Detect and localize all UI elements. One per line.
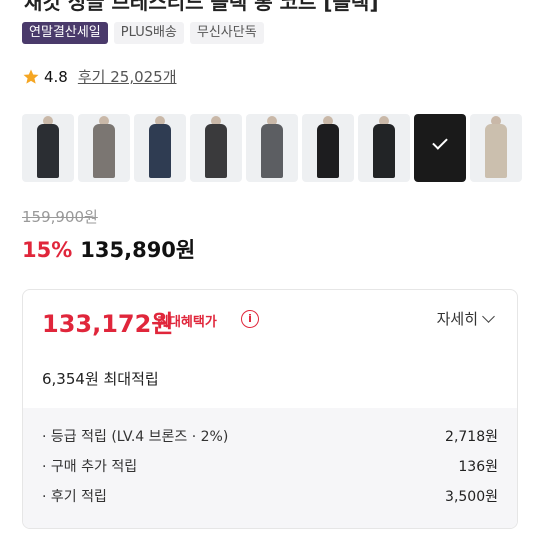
badge-row: 연말결산세일 PLUS배송 무신사단독: [22, 22, 264, 44]
detail-label: 자세히: [436, 310, 478, 328]
max-benefit-label: 최대혜택가: [157, 315, 217, 330]
points-row-label: · 후기 적립: [42, 489, 107, 505]
points-row-value: 136원: [458, 459, 498, 475]
rating-score: 4.8: [44, 67, 68, 86]
star-icon: [23, 69, 39, 84]
points-row-label: · 등급 적립 (LV.4 브론즈 · 2%): [42, 429, 229, 445]
points-row-value: 2,718원: [445, 429, 498, 445]
original-price: 159,900원: [22, 208, 98, 226]
color-thumbnail[interactable]: [302, 114, 354, 182]
product-title: 재킷 싱글 브레스티드 블랙 롱 코트 [블랙]: [24, 0, 379, 14]
max-benefit-header: 133,172원 최대혜택가 i 자세히: [23, 290, 517, 350]
points-row: · 구매 추가 적립 136원: [42, 456, 498, 486]
rating: 4.8 후기 25,025개: [22, 66, 177, 87]
badge-plus-delivery: PLUS배송: [113, 22, 184, 44]
badge-year-end-sale: 연말결산세일: [22, 22, 108, 44]
color-thumbnail[interactable]: [190, 114, 242, 182]
points-breakdown: · 등급 적립 (LV.4 브론즈 · 2%) 2,718원 · 구매 추가 적…: [23, 408, 517, 528]
sale-price: 135,890원: [80, 238, 196, 262]
chevron-down-icon: [482, 309, 495, 323]
info-icon[interactable]: i: [241, 310, 259, 328]
benefit-box: 133,172원 최대혜택가 i 자세히 6,354원 최대적립 · 등급 적립…: [22, 289, 518, 529]
max-benefit-price: 133,172원: [42, 310, 174, 338]
max-points: 6,354원 최대적립: [42, 370, 159, 388]
color-thumbnail-selected[interactable]: [414, 114, 466, 182]
color-thumbnail[interactable]: [246, 114, 298, 182]
price-row: 15% 135,890원: [22, 234, 195, 264]
color-thumbnail[interactable]: [134, 114, 186, 182]
points-row-label: · 구매 추가 적립: [42, 459, 138, 475]
color-thumbnail[interactable]: [358, 114, 410, 182]
points-row: · 등급 적립 (LV.4 브론즈 · 2%) 2,718원: [42, 426, 498, 456]
detail-toggle-button[interactable]: 자세히: [436, 308, 495, 329]
discount-rate: 15%: [22, 238, 73, 262]
color-thumbnail-strip: [22, 114, 540, 182]
points-row-value: 3,500원: [445, 489, 498, 505]
max-points-section: 6,354원 최대적립: [23, 350, 517, 408]
badge-exclusive: 무신사단독: [189, 22, 264, 44]
color-thumbnail[interactable]: [470, 114, 522, 182]
points-row: · 후기 적립 3,500원: [42, 486, 498, 516]
color-thumbnail[interactable]: [78, 114, 130, 182]
review-count-link[interactable]: 후기 25,025개: [78, 66, 177, 87]
color-thumbnail[interactable]: [22, 114, 74, 182]
check-icon: [432, 134, 448, 150]
